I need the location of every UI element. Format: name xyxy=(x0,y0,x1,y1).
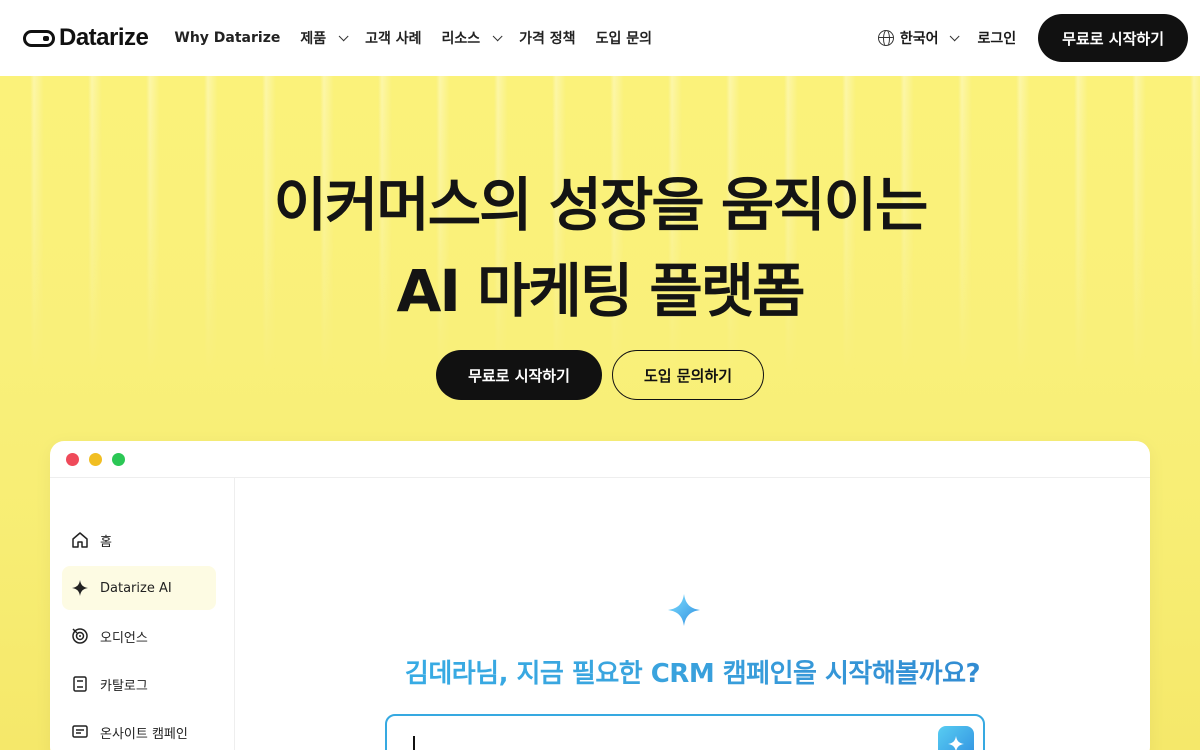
hero-contact-button[interactable]: 도입 문의하기 xyxy=(612,350,764,400)
language-label: 한국어 xyxy=(899,31,939,47)
logo-mark-icon xyxy=(23,29,55,47)
nav-item-label: 리소스 xyxy=(441,31,481,47)
window-minimize-dot xyxy=(89,452,102,466)
home-icon xyxy=(71,531,89,549)
ai-sparkle-icon xyxy=(668,594,700,626)
window-close-dot xyxy=(66,452,79,466)
window-maximize-dot xyxy=(112,452,125,466)
nav-item-why-datarize[interactable]: Why Datarize xyxy=(174,30,280,46)
app-preview-window: 홈 Datarize AI 오디언스 카탈로그 온사이트 캠페인 김데라님, 지… xyxy=(50,441,1150,750)
ai-prompt-input[interactable] xyxy=(385,714,985,750)
hero-title-line-2: AI 마케팅 플랫폼 xyxy=(396,257,805,325)
nav-item-label: Why Datarize xyxy=(174,30,281,46)
start-free-button[interactable]: 무료로 시작하기 xyxy=(1038,14,1188,62)
sidebar-item-label: Datarize AI xyxy=(100,580,172,596)
login-link[interactable]: 로그인 xyxy=(978,28,1017,48)
chevron-down-icon xyxy=(949,30,960,41)
sparkle-icon xyxy=(71,579,89,597)
top-navigation: Datarize Why Datarize 제품 고객 사례 리소스 가격 정책… xyxy=(0,0,1200,76)
sidebar-item-datarize-ai[interactable]: Datarize AI xyxy=(62,566,216,610)
onsite-campaign-icon xyxy=(71,723,89,741)
nav-item-resources[interactable]: 리소스 xyxy=(441,28,503,48)
nav-item-customer-cases[interactable]: 고객 사례 xyxy=(365,28,421,48)
text-cursor xyxy=(413,736,415,750)
nav-item-pricing[interactable]: 가격 정책 xyxy=(519,28,575,48)
chevron-down-icon xyxy=(492,30,503,41)
sidebar-item-label: 카탈로그 xyxy=(100,678,148,694)
catalog-icon xyxy=(71,675,89,693)
ai-send-button[interactable] xyxy=(938,726,974,750)
sidebar-item-label: 온사이트 캠페인 xyxy=(100,726,188,742)
datarize-logo[interactable]: Datarize xyxy=(23,24,149,52)
nav-item-products[interactable]: 제품 xyxy=(300,28,349,48)
window-titlebar xyxy=(50,441,1150,478)
sidebar-item-catalog[interactable]: 카탈로그 xyxy=(62,662,216,706)
sidebar-item-audience[interactable]: 오디언스 xyxy=(62,614,216,658)
hero-section: 이커머스의 성장을 움직이는 AI 마케팅 플랫폼 무료로 시작하기 도입 문의… xyxy=(0,76,1200,750)
logo-text: Datarize xyxy=(59,24,149,51)
hero-buttons: 무료로 시작하기 도입 문의하기 xyxy=(0,350,1200,400)
hero-title-line-1: 이커머스의 성장을 움직이는 xyxy=(273,171,929,239)
app-sidebar: 홈 Datarize AI 오디언스 카탈로그 온사이트 캠페인 xyxy=(50,478,235,750)
language-selector[interactable]: 한국어 xyxy=(877,28,960,48)
ai-prompt-heading: 김데라님, 지금 필요한 CRM 캠페인을 시작해볼까요? xyxy=(235,653,1150,690)
nav-item-contact[interactable]: 도입 문의 xyxy=(596,28,652,48)
sparkle-send-icon xyxy=(948,736,964,750)
chevron-down-icon xyxy=(338,30,349,41)
sidebar-item-label: 오디언스 xyxy=(100,630,148,646)
nav-item-label: 고객 사례 xyxy=(365,31,422,47)
sidebar-item-onsite-campaign[interactable]: 온사이트 캠페인 xyxy=(62,710,216,750)
nav-item-label: 제품 xyxy=(300,31,327,47)
nav-links: Why Datarize 제품 고객 사례 리소스 가격 정책 도입 문의 xyxy=(174,28,652,48)
app-main-pane: 김데라님, 지금 필요한 CRM 캠페인을 시작해볼까요? xyxy=(235,478,1150,750)
sidebar-item-home[interactable]: 홈 xyxy=(62,518,216,562)
target-icon xyxy=(71,627,89,645)
sidebar-item-label: 홈 xyxy=(100,534,112,550)
nav-item-label: 도입 문의 xyxy=(595,31,652,47)
nav-right: 한국어 로그인 무료로 시작하기 xyxy=(877,14,1188,62)
globe-icon xyxy=(877,30,894,46)
nav-item-label: 가격 정책 xyxy=(519,31,576,47)
hero-start-free-button[interactable]: 무료로 시작하기 xyxy=(436,350,602,400)
hero-title: 이커머스의 성장을 움직이는 AI 마케팅 플랫폼 xyxy=(0,162,1200,334)
